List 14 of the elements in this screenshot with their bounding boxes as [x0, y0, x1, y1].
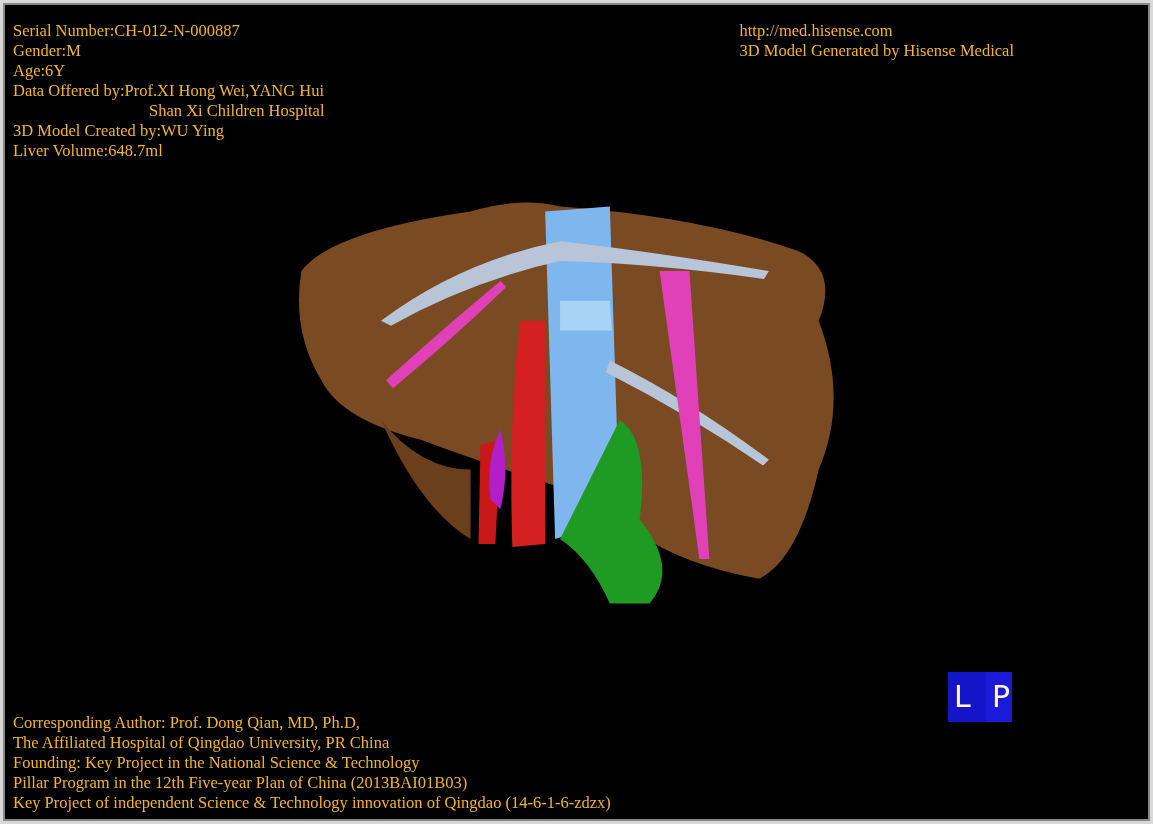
credit-text: 3D Model Generated by Hisense Medical	[739, 41, 1014, 61]
footer-text: Corresponding Author: Prof. Dong Qian, MD, Ph.D,	[13, 713, 360, 733]
footer-text: Founding: Key Project in the National Science & Technology	[13, 753, 420, 773]
info-text: Gender:M	[13, 41, 81, 61]
footer-text: Key Project of independent Science & Technology innovation of Qingdao (14-6-1-6-zdzx)	[13, 793, 611, 813]
info-text: Shan Xi Children Hospital	[149, 101, 325, 121]
footer-text: Pillar Program in the 12th Five-year Plan of China (2013BAI01B03)	[13, 773, 468, 793]
info-text: Data Offered by:Prof.XI Hong Wei,YANG Hui	[13, 81, 325, 101]
footer-text: The Affiliated Hospital of Qingdao University, PR China	[13, 733, 390, 753]
info-text: Liver Volume:648.7ml	[13, 141, 163, 161]
credit-text: http://med.hisense.com	[739, 21, 893, 41]
info-text: Age:6Y	[13, 61, 66, 81]
info-text: Serial Number:CH-012-N-000887	[13, 21, 240, 41]
info-text: 3D Model Created by:WU Ying	[13, 121, 225, 141]
